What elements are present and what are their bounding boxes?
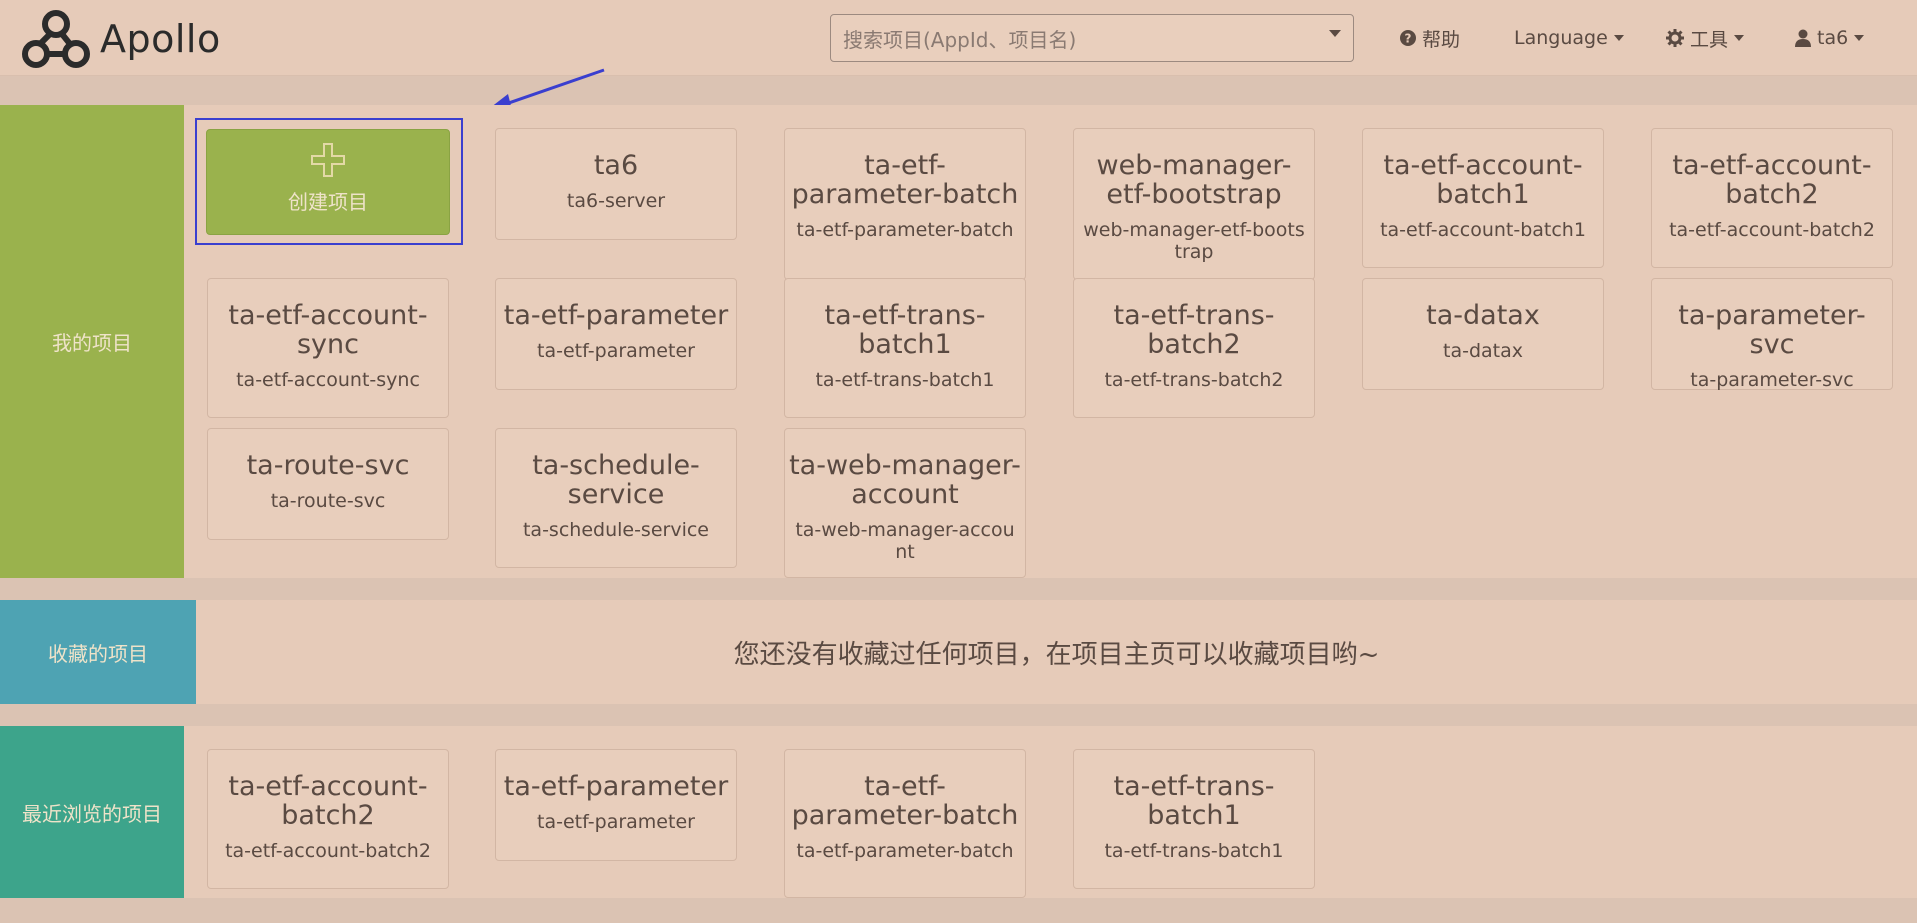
tools-dropdown[interactable]: 工具 bbox=[1666, 22, 1745, 54]
project-name: ta-schedule-service bbox=[532, 450, 700, 510]
project-name: ta-etf-account-batch2 bbox=[228, 771, 428, 831]
project-name: ta-datax bbox=[1426, 300, 1540, 331]
project-appid: ta-etf-account-batch1 bbox=[1380, 219, 1586, 241]
project-card[interactable]: ta-etf-trans-batch2 ta-etf-trans-batch2 bbox=[1073, 278, 1315, 418]
project-name: ta-etf-trans-batch1 bbox=[824, 300, 986, 360]
project-card[interactable]: ta-route-svc ta-route-svc bbox=[207, 428, 449, 540]
project-appid: ta-etf-account-batch2 bbox=[1669, 219, 1875, 241]
plus-icon bbox=[311, 143, 345, 177]
project-appid: ta-etf-parameter bbox=[537, 340, 695, 362]
project-appid: ta-etf-account-sync bbox=[236, 369, 420, 391]
project-name: ta-etf-trans-batch1 bbox=[1113, 771, 1275, 831]
project-card[interactable]: ta-etf-account-sync ta-etf-account-sync bbox=[207, 278, 449, 418]
project-name: ta-web-manager-account bbox=[789, 450, 1021, 510]
favorites-section: 收藏的项目 您还没有收藏过任何项目，在项目主页可以收藏项目哟~ bbox=[0, 600, 1917, 704]
project-appid: ta-etf-parameter-batch bbox=[796, 840, 1014, 862]
user-name: ta6 bbox=[1817, 27, 1849, 49]
project-appid: web-manager-etf-bootstrap bbox=[1083, 219, 1305, 263]
project-appid: ta-route-svc bbox=[270, 490, 386, 512]
my-projects-label: 我的项目 bbox=[0, 105, 184, 578]
brand[interactable]: Apollo bbox=[18, 4, 221, 74]
project-name: ta-parameter-svc bbox=[1678, 300, 1866, 360]
project-name: web-manager-etf-bootstrap bbox=[1096, 150, 1292, 210]
recent-label: 最近浏览的项目 bbox=[0, 726, 184, 898]
recent-project-card[interactable]: ta-etf-parameter ta-etf-parameter bbox=[495, 749, 737, 861]
project-appid: ta-web-manager-account bbox=[795, 519, 1015, 563]
help-link[interactable]: ? 帮助 bbox=[1400, 22, 1460, 54]
project-card[interactable]: ta-etf-parameter ta-etf-parameter bbox=[495, 278, 737, 390]
create-project-button[interactable]: 创建项目 bbox=[206, 129, 450, 235]
project-name: ta-etf-account-sync bbox=[228, 300, 428, 360]
project-search-select[interactable]: 搜索项目(AppId、项目名) bbox=[830, 14, 1354, 62]
navbar: Apollo 搜索项目(AppId、项目名) ? 帮助 Language 工具 … bbox=[0, 0, 1917, 76]
user-icon bbox=[1795, 29, 1811, 47]
project-name: ta-etf-parameter-batch bbox=[791, 771, 1019, 831]
tools-label: 工具 bbox=[1690, 28, 1729, 51]
project-appid: ta-etf-trans-batch1 bbox=[815, 369, 995, 391]
project-card[interactable]: ta-etf-account-batch2 ta-etf-account-bat… bbox=[1651, 128, 1893, 268]
project-appid: ta-etf-trans-batch1 bbox=[1104, 840, 1284, 862]
favorites-empty-message: 您还没有收藏过任何项目，在项目主页可以收藏项目哟~ bbox=[733, 639, 1380, 670]
project-appid: ta6-server bbox=[566, 190, 666, 212]
project-name: ta-etf-parameter bbox=[503, 771, 729, 802]
brand-name: Apollo bbox=[100, 17, 221, 61]
project-appid: ta-etf-parameter bbox=[537, 811, 695, 833]
recent-project-card[interactable]: ta-etf-parameter-batch ta-etf-parameter-… bbox=[784, 749, 1026, 898]
project-name: ta6 bbox=[593, 150, 639, 181]
project-card[interactable]: ta-parameter-svc ta-parameter-svc bbox=[1651, 278, 1893, 391]
project-card[interactable]: ta-web-manager-account ta-web-manager-ac… bbox=[784, 428, 1026, 578]
recent-project-card[interactable]: ta-etf-trans-batch1 ta-etf-trans-batch1 bbox=[1073, 749, 1315, 889]
project-appid: ta-etf-account-batch2 bbox=[225, 840, 431, 862]
caret-down-icon bbox=[1613, 35, 1624, 41]
project-name: ta-etf-account-batch1 bbox=[1383, 150, 1583, 210]
project-name: ta-etf-parameter-batch bbox=[791, 150, 1019, 210]
svg-text:?: ? bbox=[1405, 32, 1412, 46]
project-card[interactable]: ta-etf-account-batch1 ta-etf-account-bat… bbox=[1362, 128, 1604, 268]
project-appid: ta-datax bbox=[1443, 340, 1523, 362]
apollo-logo-icon bbox=[22, 10, 90, 68]
caret-down-icon bbox=[1854, 35, 1865, 41]
project-name: ta-route-svc bbox=[246, 450, 410, 481]
gear-icon bbox=[1666, 29, 1684, 47]
project-card[interactable]: ta-etf-parameter-batch ta-etf-parameter-… bbox=[784, 128, 1026, 280]
project-card[interactable]: ta-etf-trans-batch1 ta-etf-trans-batch1 bbox=[784, 278, 1026, 418]
project-card[interactable]: web-manager-etf-bootstrap web-manager-et… bbox=[1073, 128, 1315, 280]
project-name: ta-etf-account-batch2 bbox=[1672, 150, 1872, 210]
project-appid: ta-parameter-svc bbox=[1690, 369, 1854, 391]
project-name: ta-etf-trans-batch2 bbox=[1113, 300, 1275, 360]
project-appid: ta-schedule-service bbox=[522, 519, 709, 541]
recent-project-card[interactable]: ta-etf-account-batch2 ta-etf-account-bat… bbox=[207, 749, 449, 889]
language-label: Language bbox=[1514, 27, 1608, 49]
project-card[interactable]: ta-schedule-service ta-schedule-service bbox=[495, 428, 737, 568]
create-project-highlight: 创建项目 bbox=[195, 118, 463, 245]
chevron-down-icon bbox=[1329, 29, 1341, 37]
help-label: 帮助 bbox=[1422, 28, 1461, 51]
project-card[interactable]: ta6 ta6-server bbox=[495, 128, 737, 240]
search-placeholder: 搜索项目(AppId、项目名) bbox=[843, 27, 1077, 52]
project-appid: ta-etf-trans-batch2 bbox=[1104, 369, 1284, 391]
user-dropdown[interactable]: ta6 bbox=[1795, 22, 1865, 54]
project-appid: ta-etf-parameter-batch bbox=[796, 219, 1014, 241]
create-project-label: 创建项目 bbox=[288, 190, 368, 214]
question-circle-icon: ? bbox=[1400, 30, 1416, 46]
language-dropdown[interactable]: Language bbox=[1514, 22, 1624, 54]
project-name: ta-etf-parameter bbox=[503, 300, 729, 331]
project-card[interactable]: ta-datax ta-datax bbox=[1362, 278, 1604, 390]
caret-down-icon bbox=[1734, 35, 1745, 41]
favorites-label: 收藏的项目 bbox=[0, 600, 196, 704]
